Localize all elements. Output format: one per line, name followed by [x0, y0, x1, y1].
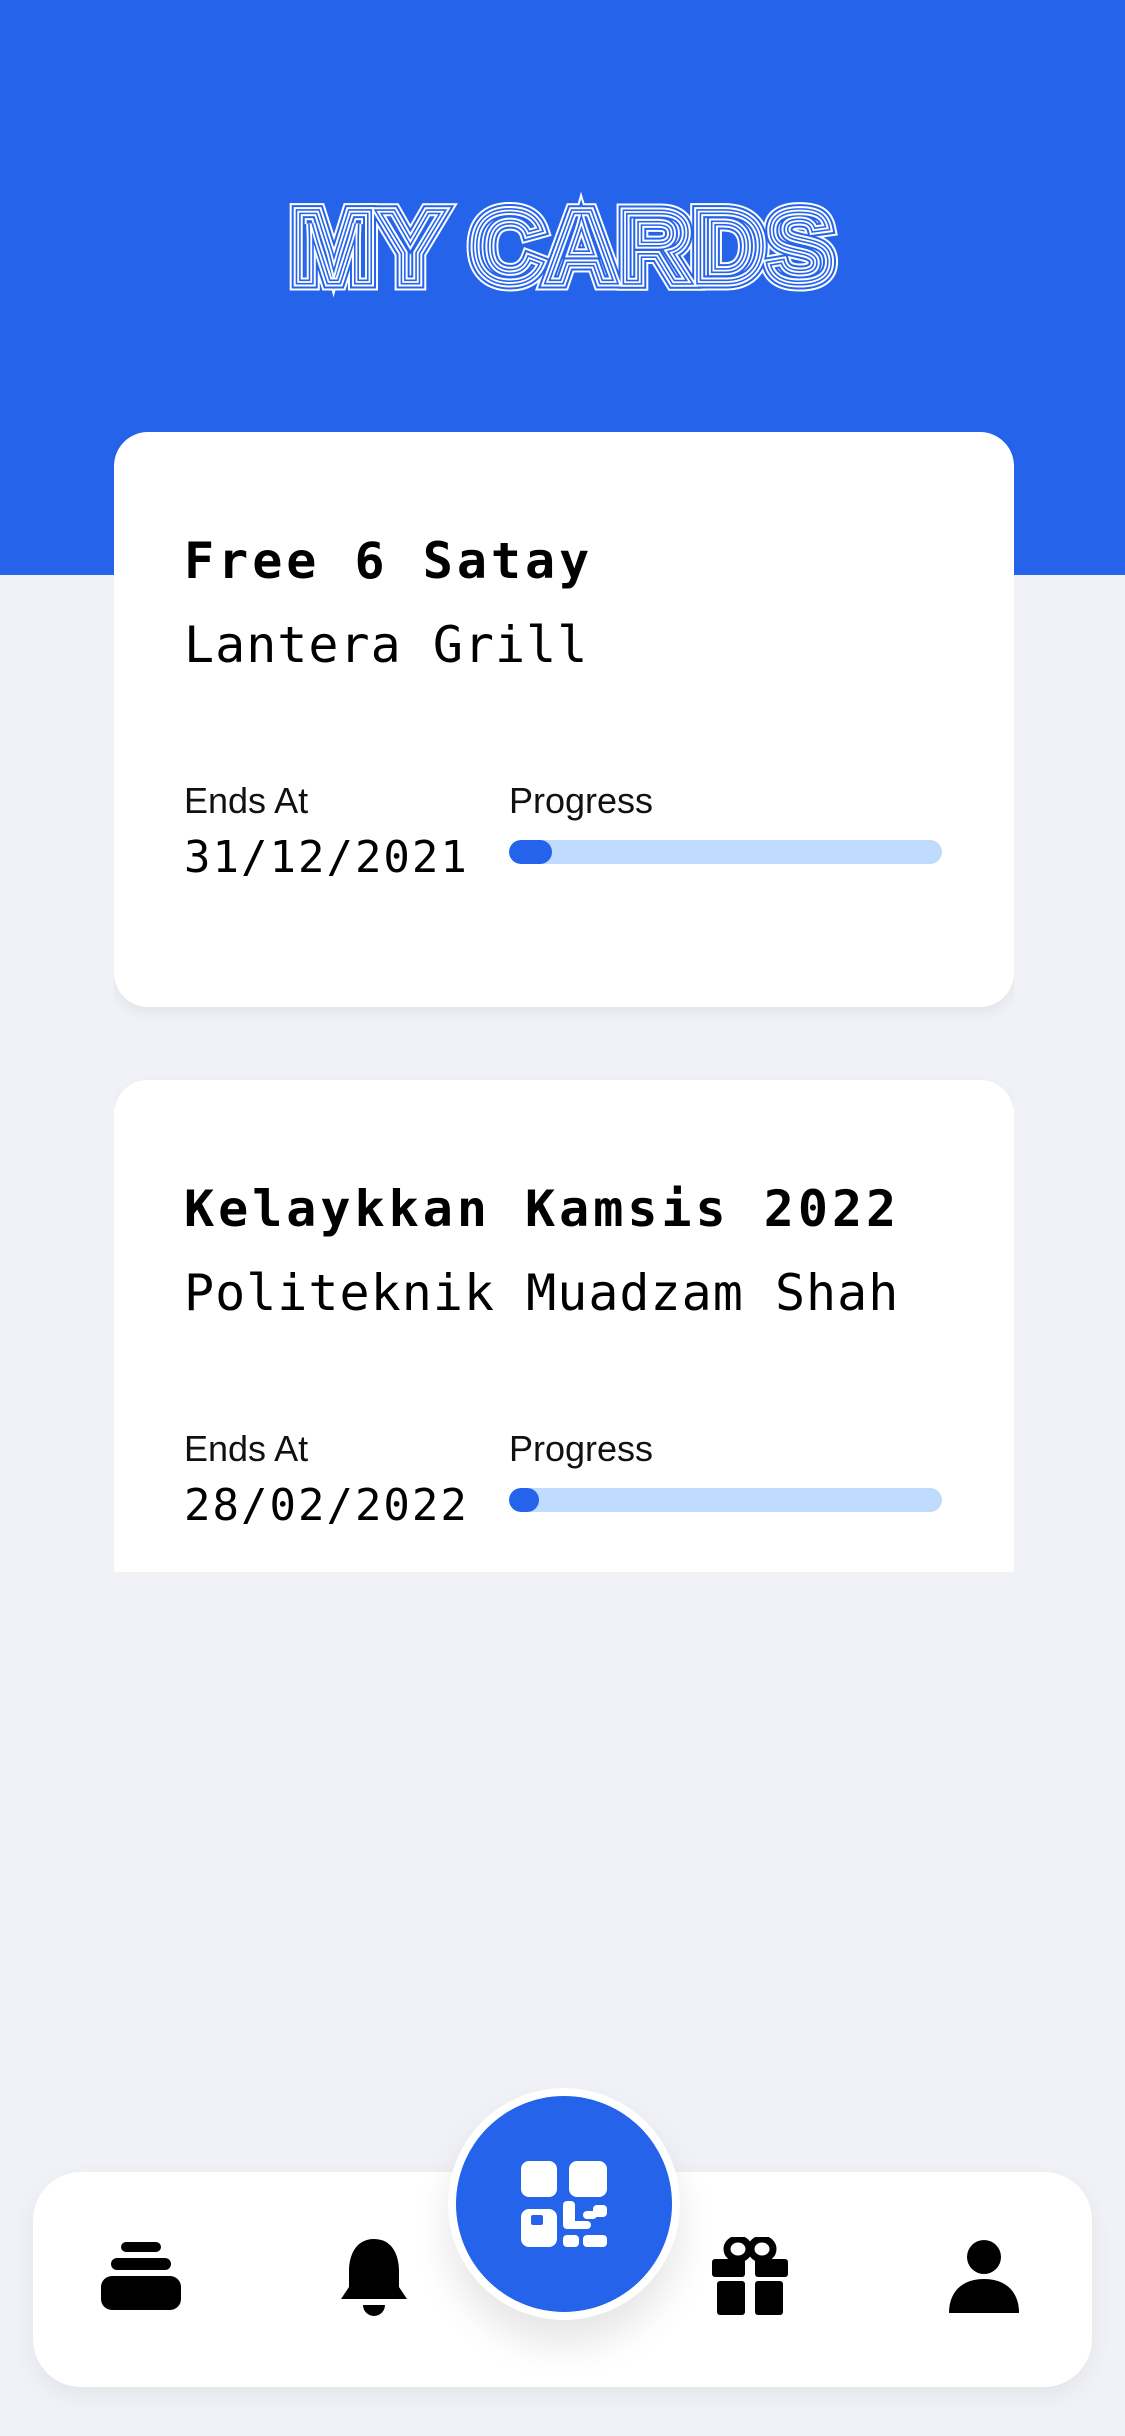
- ends-at-date: 31/12/2021: [184, 832, 469, 883]
- progress-label: Progress: [509, 1428, 654, 1469]
- nav-notifications-button[interactable]: [314, 2217, 434, 2337]
- card-title: Free 6 Satay: [184, 532, 594, 590]
- nav-rewards-button[interactable]: [690, 2217, 810, 2337]
- user-icon: [949, 2240, 1019, 2313]
- scan-qr-button[interactable]: [456, 2096, 672, 2312]
- progress-fill: [509, 840, 553, 864]
- card-merchant: Politeknik Muadzam Shah: [184, 1264, 900, 1322]
- page-title-graphic: MY CARDS MY CARDS MY CARDS MY CARDS MY C…: [283, 190, 842, 300]
- reward-card[interactable]: Kelaykkan Kamsis 2022 Politeknik Muadzam…: [114, 1080, 1014, 1572]
- cards-stack-icon: [101, 2242, 181, 2310]
- card-merchant: Lantera Grill: [184, 616, 589, 674]
- bell-icon: [341, 2239, 407, 2316]
- svg-text:MY CARDS: MY CARDS: [291, 190, 833, 300]
- ends-at-label: Ends At: [184, 780, 309, 821]
- nav-profile-button[interactable]: [924, 2217, 1044, 2337]
- nav-cards-button[interactable]: [81, 2217, 201, 2337]
- page-title: MY CARDS MY CARDS MY CARDS MY CARDS MY C…: [0, 190, 1125, 300]
- ends-at-date: 28/02/2022: [184, 1480, 469, 1531]
- reward-card[interactable]: Free 6 Satay Lantera Grill Ends At 31/12…: [114, 432, 1014, 1007]
- qr-code-icon: [521, 2161, 607, 2247]
- ends-at-label: Ends At: [184, 1428, 309, 1469]
- progress-fill: [509, 1488, 540, 1512]
- progress-bar: [509, 840, 942, 864]
- card-list: Free 6 Satay Lantera Grill Ends At 31/12…: [114, 432, 1014, 1572]
- card-title: Kelaykkan Kamsis 2022: [184, 1180, 901, 1238]
- gift-icon: [712, 2237, 788, 2315]
- progress-label: Progress: [509, 780, 654, 821]
- progress-bar: [509, 1488, 942, 1512]
